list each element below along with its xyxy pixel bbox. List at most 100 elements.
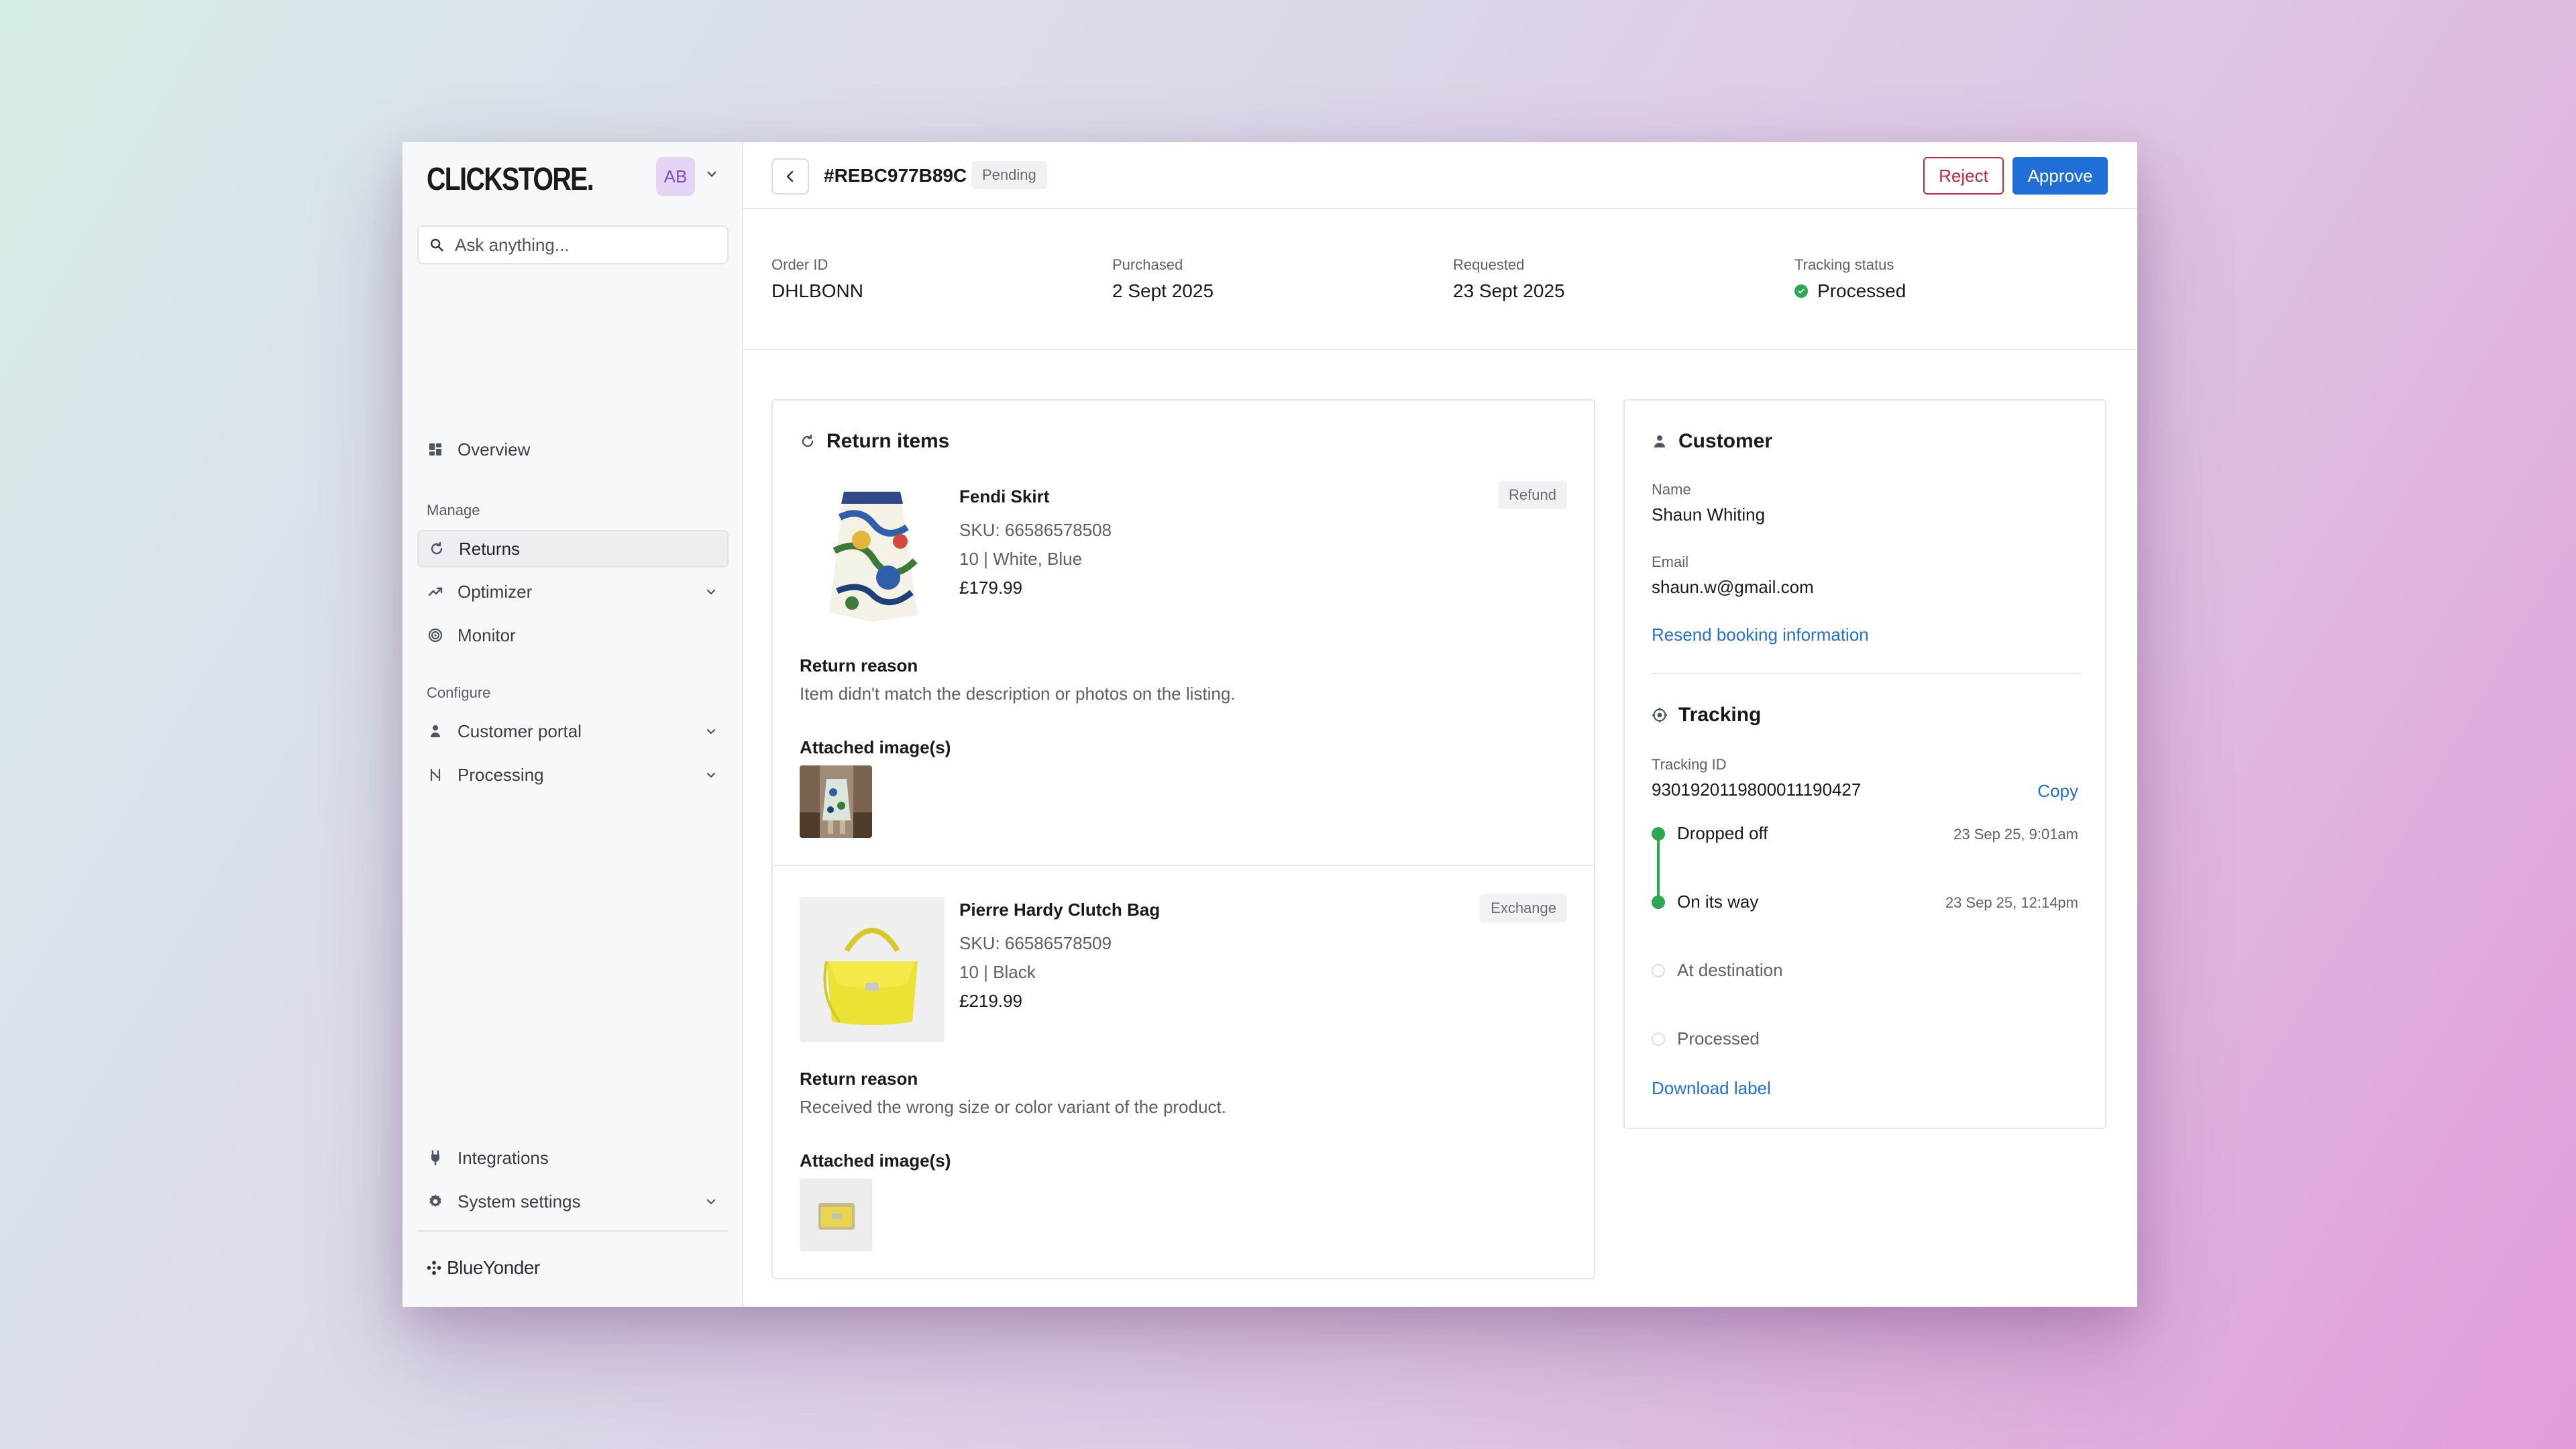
requested-label: Requested xyxy=(1453,256,1525,273)
purchased-label: Purchased xyxy=(1112,256,1183,273)
attached-images-heading: Attached image(s) xyxy=(800,1150,951,1171)
chevron-down-icon xyxy=(706,1199,716,1205)
sidebar-item-monitor[interactable]: Monitor xyxy=(417,616,729,654)
search-icon xyxy=(431,239,443,252)
sidebar-item-optimizer[interactable]: Optimizer xyxy=(417,573,729,610)
customer-name-label: Name xyxy=(1652,481,1691,498)
item-variant: 10 | White, Blue xyxy=(959,549,1083,569)
return-id: #REBC977B89C xyxy=(824,165,967,186)
header-bar: #REBC977B89C Pending Reject Approve xyxy=(743,142,2137,209)
user-icon xyxy=(427,722,444,740)
trending-up-icon xyxy=(427,583,444,600)
tracking-status-field: Tracking status Processed xyxy=(1794,256,1906,302)
status-badge: Pending xyxy=(971,161,1047,189)
return-items-title-text: Return items xyxy=(826,430,950,452)
tracking-status-value: Processed xyxy=(1794,280,1906,302)
sidebar-item-label: Monitor xyxy=(458,625,516,645)
approve-button[interactable]: Approve xyxy=(2012,157,2108,195)
check-circle-icon xyxy=(1794,284,1808,298)
exchange-badge: Exchange xyxy=(1480,894,1567,922)
timeline-step-label: Dropped off xyxy=(1677,823,1768,843)
returns-icon xyxy=(428,540,445,557)
customer-email-label: Email xyxy=(1652,553,1689,570)
return-reason-heading: Return reason xyxy=(800,655,918,676)
chevron-down-icon xyxy=(706,729,716,735)
item-price: £219.99 xyxy=(959,991,1022,1011)
tracking-title-text: Tracking xyxy=(1678,704,1762,726)
timeline-step-label: Processed xyxy=(1677,1028,1760,1049)
target-icon xyxy=(1652,708,1667,722)
order-id-label: Order ID xyxy=(771,256,828,273)
timeline-step-time: 23 Sep 25, 9:01am xyxy=(1953,826,2078,843)
search-input[interactable] xyxy=(455,234,710,256)
dashboard-icon xyxy=(427,441,444,458)
avatar[interactable]: AB xyxy=(656,157,695,196)
timeline-step-label: On its way xyxy=(1677,892,1759,912)
product-image-clutch-bag[interactable] xyxy=(800,897,945,1042)
chevron-down-icon xyxy=(706,589,716,595)
chevron-down-icon xyxy=(706,772,716,778)
section-divider xyxy=(1652,673,2081,674)
item-price: £179.99 xyxy=(959,578,1022,598)
timeline-connector xyxy=(1657,834,1660,902)
customer-email: shaun.w@gmail.com xyxy=(1652,577,1814,597)
sidebar-item-label: Returns xyxy=(459,538,521,559)
sidebar-item-label: System settings xyxy=(458,1191,581,1212)
sidebar-item-returns[interactable]: Returns xyxy=(417,530,729,568)
timeline-dot-done xyxy=(1652,827,1665,841)
resend-booking-link[interactable]: Resend booking information xyxy=(1652,625,1869,645)
timeline-step-label: At destination xyxy=(1677,960,1783,980)
sidebar-item-overview[interactable]: Overview xyxy=(417,431,729,468)
product-image-fendi-skirt[interactable] xyxy=(800,484,945,629)
return-reason-heading: Return reason xyxy=(800,1069,918,1089)
radar-icon xyxy=(427,627,444,644)
copy-tracking-id-button[interactable]: Copy xyxy=(2037,781,2078,802)
back-button[interactable] xyxy=(771,158,809,195)
sidebar-item-label: Optimizer xyxy=(458,581,533,602)
customer-name: Shaun Whiting xyxy=(1652,504,1766,525)
brand-footer-text: BlueYonder xyxy=(447,1257,540,1278)
sidebar-item-label: Processing xyxy=(458,764,544,785)
return-reason-text: Received the wrong size or color variant… xyxy=(800,1097,1226,1117)
chevron-down-icon[interactable] xyxy=(703,165,720,182)
brand-footer: BlueYonder xyxy=(425,1257,540,1279)
customer-card: Customer Name Shaun Whiting Email shaun.… xyxy=(1623,399,2106,1129)
plug-icon xyxy=(427,1149,444,1167)
sidebar-item-integrations[interactable]: Integrations xyxy=(417,1139,729,1177)
item-sku: SKU: 66586578509 xyxy=(959,933,1112,953)
item-sku: SKU: 66586578508 xyxy=(959,520,1112,540)
order-summary: Order ID DHLBONN Purchased 2 Sept 2025 R… xyxy=(743,209,2137,350)
customer-title: Customer xyxy=(1652,430,1772,453)
requested-field: Requested 23 Sept 2025 xyxy=(1453,256,1565,302)
sidebar-item-processing[interactable]: Processing xyxy=(417,756,729,794)
download-label-link[interactable]: Download label xyxy=(1652,1078,1771,1099)
tracking-status-label: Tracking status xyxy=(1794,256,1894,273)
return-items-title: Return items xyxy=(800,430,949,453)
sidebar-item-label: Overview xyxy=(458,439,531,460)
item-variant: 10 | Black xyxy=(959,962,1036,982)
search-box[interactable] xyxy=(417,225,729,264)
item-name: Pierre Hardy Clutch Bag xyxy=(959,900,1161,920)
timeline-dot-pending xyxy=(1652,1032,1665,1046)
section-label-configure: Configure xyxy=(427,684,491,701)
order-id-value: DHLBONN xyxy=(771,280,863,301)
chevron-left-icon xyxy=(786,170,794,182)
reject-button[interactable]: Reject xyxy=(1923,157,2004,195)
sidebar-item-customer-portal[interactable]: Customer portal xyxy=(417,712,729,750)
attached-image-thumbnail[interactable] xyxy=(800,1179,872,1251)
sidebar-divider xyxy=(417,1230,729,1232)
return-reason-text: Item didn't match the description or pho… xyxy=(800,684,1236,704)
app-logo[interactable]: CLICKSTORE. xyxy=(427,161,594,198)
tracking-title: Tracking xyxy=(1652,704,1761,727)
gear-icon xyxy=(427,1193,444,1210)
app-window: CLICKSTORE. AB Overview Manage Returns O… xyxy=(402,142,2137,1307)
sidebar-item-label: Customer portal xyxy=(458,720,582,741)
requested-value: 23 Sept 2025 xyxy=(1453,280,1565,301)
sidebar: CLICKSTORE. AB Overview Manage Returns O… xyxy=(402,142,743,1307)
customer-title-text: Customer xyxy=(1678,430,1773,452)
attached-image-thumbnail[interactable] xyxy=(800,765,872,838)
tracking-id: 9301920119800011190427 xyxy=(1652,780,1862,800)
refund-badge: Refund xyxy=(1498,481,1567,509)
sidebar-item-system-settings[interactable]: System settings xyxy=(417,1183,729,1220)
purchased-value: 2 Sept 2025 xyxy=(1112,280,1214,301)
